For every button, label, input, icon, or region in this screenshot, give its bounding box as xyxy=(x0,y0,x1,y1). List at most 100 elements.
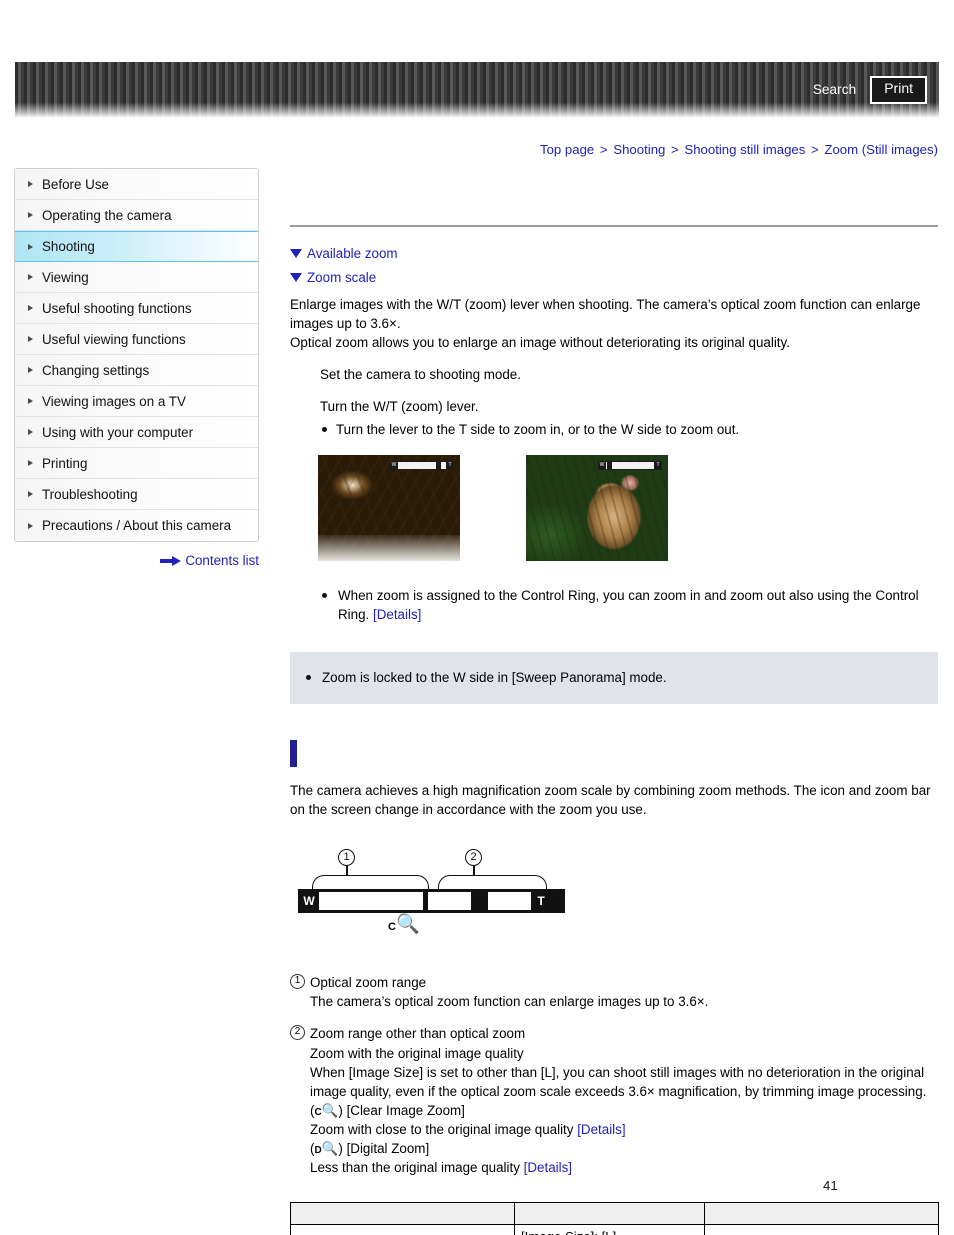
contents-list-link[interactable]: Contents list xyxy=(185,553,259,568)
chevron-right-icon xyxy=(28,305,33,311)
brace-optical-range xyxy=(312,875,429,890)
chevron-right-icon xyxy=(28,460,33,466)
triangle-down-icon xyxy=(290,249,302,259)
anchor-zoom-scale[interactable]: Zoom scale xyxy=(290,268,938,287)
sidebar-item-label: Troubleshooting xyxy=(42,486,138,502)
chevron-right-icon xyxy=(28,429,33,435)
breadcrumb-item-shooting[interactable]: Shooting xyxy=(613,142,665,157)
photo-zoomed-in-cat: W T xyxy=(318,455,460,562)
sidebar-item-before-use[interactable]: Before Use xyxy=(15,169,258,200)
detail-number-badge: 2 xyxy=(290,1025,305,1041)
sidebar-item-useful-shooting-functions[interactable]: Useful shooting functions xyxy=(15,293,258,324)
breadcrumb-item-zoom-still-images[interactable]: Zoom (Still images) xyxy=(824,142,938,157)
sidebar-item-using-with-your-computer[interactable]: Using with your computer xyxy=(15,417,258,448)
detail-item-other-zoom-range: 2 Zoom range other than optical zoom Zoo… xyxy=(290,1024,938,1177)
breadcrumb-separator: > xyxy=(671,142,679,157)
sidebar-item-label: Viewing images on a TV xyxy=(42,393,186,409)
sidebar-item-operating-the-camera[interactable]: Operating the camera xyxy=(15,200,258,231)
detail-item-optical-zoom-range: 1 Optical zoom range The camera’s optica… xyxy=(290,973,938,1011)
sidebar-item-shooting[interactable]: Shooting xyxy=(15,231,258,262)
zoom-bar-diagram: 1 2 W T C 🔍 xyxy=(290,849,570,945)
table-cell: [Image Size]: [L] xyxy=(514,1224,705,1235)
sidebar-item-label: Operating the camera xyxy=(42,207,172,223)
sidebar-item-useful-viewing-functions[interactable]: Useful viewing functions xyxy=(15,324,258,355)
digital-zoom-desc-row: Less than the original image quality [De… xyxy=(310,1158,938,1177)
anchor-available-zoom[interactable]: Available zoom xyxy=(290,244,938,263)
magnifier-icon: 🔍 xyxy=(395,914,420,936)
zoom-indicator-knob xyxy=(436,462,441,470)
clear-image-zoom-row: (C🔍) [Clear Image Zoom] xyxy=(310,1102,465,1118)
digital-zoom-desc: Less than the original image quality xyxy=(310,1160,524,1175)
zoom-indicator-track xyxy=(398,461,446,471)
sidebar-item-label: Useful viewing functions xyxy=(42,331,186,347)
sidebar-item-viewing-images-on-a-tv[interactable]: Viewing images on a TV xyxy=(15,386,258,417)
clear-image-zoom-details-link[interactable]: [Details] xyxy=(577,1122,625,1137)
chevron-right-icon xyxy=(28,522,33,529)
zoom-bar-digital-segment xyxy=(488,892,531,911)
header-controls: Search Print xyxy=(813,76,927,104)
zoom-bar-w-label: W xyxy=(303,893,315,908)
zoom-range-details: 1 Optical zoom range The camera’s optica… xyxy=(290,973,938,1177)
chevron-right-icon xyxy=(28,367,33,373)
clear-image-zoom-icon-prefix: C xyxy=(388,921,396,934)
sidebar-item-label: Shooting xyxy=(42,239,95,254)
zoom-indicator-knob xyxy=(607,462,612,470)
zoom-indicator-track xyxy=(606,461,654,471)
print-button[interactable]: Print xyxy=(870,76,927,104)
table-header-cell xyxy=(290,1202,515,1226)
clear-image-zoom-icon-prefix: C xyxy=(314,1106,322,1118)
sidebar-item-label: Useful shooting functions xyxy=(42,300,192,316)
brace-other-range xyxy=(438,875,547,890)
step-2-bullet-text: Turn the lever to the T side to zoom in,… xyxy=(320,420,938,439)
chevron-right-icon xyxy=(28,243,33,250)
header-banner: Search Print xyxy=(15,62,939,118)
contents-list-row[interactable]: Contents list xyxy=(14,553,259,568)
content-divider xyxy=(290,225,938,227)
sidebar-item-precautions-about-this-camera[interactable]: Precautions / About this camera xyxy=(15,510,258,541)
sidebar-item-label: Viewing xyxy=(42,269,89,285)
detail-number-badge: 1 xyxy=(290,974,305,990)
digital-zoom-icon-prefix: D xyxy=(314,1144,322,1156)
table-cell xyxy=(290,1224,515,1235)
sidebar-item-troubleshooting[interactable]: Troubleshooting xyxy=(15,479,258,510)
table-header-row xyxy=(290,1202,939,1226)
anchor-link-label[interactable]: Available zoom xyxy=(307,244,398,263)
search-link[interactable]: Search xyxy=(813,82,856,97)
clear-image-zoom-icon: C 🔍 xyxy=(388,915,420,934)
intro-paragraph-2: Optical zoom allows you to enlarge an im… xyxy=(290,335,790,351)
sidebar-item-label: Changing settings xyxy=(42,362,150,378)
chevron-right-icon xyxy=(28,181,33,187)
clear-image-zoom-desc: Zoom with close to the original image qu… xyxy=(310,1121,578,1137)
sidebar-item-viewing[interactable]: Viewing xyxy=(15,262,258,293)
zoom-bar-optical-segment xyxy=(319,892,423,911)
sidebar-navigation: Before Use Operating the camera Shooting… xyxy=(14,168,259,542)
control-ring-details-link[interactable]: [Details] xyxy=(373,607,421,622)
main-content: Available zoom Zoom scale Enlarge images… xyxy=(290,168,939,1235)
control-ring-note: When zoom is assigned to the Control Rin… xyxy=(318,586,938,624)
zoom-indicator-w-label: W xyxy=(598,461,606,471)
detail-title: Optical zoom range xyxy=(310,975,427,991)
page-number: 41 xyxy=(823,1178,838,1193)
photo-zoomed-out-cat: W T xyxy=(526,455,668,562)
breadcrumb-item-top-page[interactable]: Top page xyxy=(540,142,594,157)
breadcrumb-separator: > xyxy=(599,142,608,157)
control-ring-note-text: When zoom is assigned to the Control Rin… xyxy=(338,588,919,623)
breadcrumb-separator: > xyxy=(811,142,819,157)
zoom-indicator-t-label: T xyxy=(654,461,662,471)
breadcrumb-item-shooting-still-images[interactable]: Shooting still images xyxy=(684,142,805,157)
digital-zoom-details-link[interactable]: [Details] xyxy=(524,1160,572,1175)
sidebar-item-changing-settings[interactable]: Changing settings xyxy=(15,355,258,386)
clear-image-zoom-inline-icon: C🔍 xyxy=(314,1102,339,1118)
diagram-marker-2: 2 xyxy=(465,849,482,867)
detail-line: When [Image Size] is set to other than [… xyxy=(310,1064,927,1099)
detail-line: Zoom with the original image quality xyxy=(310,1045,524,1061)
sidebar-item-label: Precautions / About this camera xyxy=(42,518,232,533)
zoom-indicator-w-label: W xyxy=(390,461,398,471)
clear-image-zoom-label: ) [Clear Image Zoom] xyxy=(338,1102,465,1118)
zoom-indicator-t-label: T xyxy=(446,461,454,471)
tip-box: Zoom is locked to the W side in [Sweep P… xyxy=(290,652,938,705)
tip-note-text: Zoom is locked to the W side in [Sweep P… xyxy=(302,668,938,687)
anchor-link-label[interactable]: Zoom scale xyxy=(307,268,376,287)
sidebar-item-printing[interactable]: Printing xyxy=(15,448,258,479)
diagram-marker-1: 1 xyxy=(338,849,355,867)
